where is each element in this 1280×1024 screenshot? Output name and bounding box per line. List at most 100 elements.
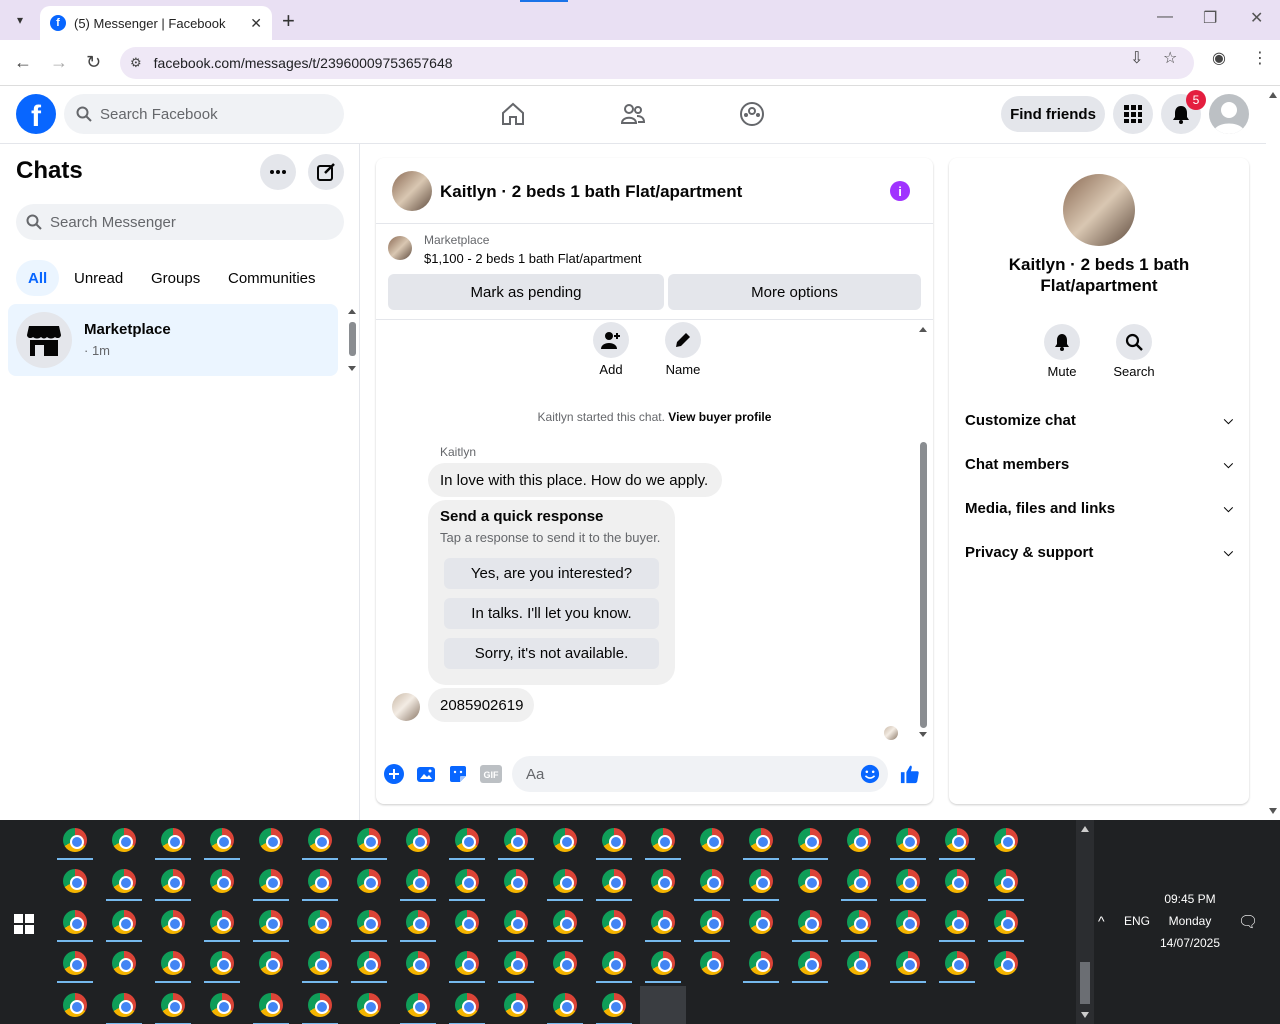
facebook-logo-icon[interactable]: f	[16, 94, 56, 134]
notification-center-icon[interactable]: 🗨	[1238, 912, 1258, 932]
chrome-window-icon[interactable]	[357, 993, 381, 1017]
chrome-window-icon[interactable]	[308, 828, 332, 852]
tab-close-icon[interactable]: ✕	[250, 15, 262, 32]
emoji-icon[interactable]	[860, 764, 880, 784]
chrome-window-icon[interactable]	[651, 951, 675, 975]
privacy-support-row[interactable]: Privacy & support ⌵	[965, 534, 1233, 570]
chrome-window-icon[interactable]	[504, 828, 528, 852]
tab-list-chevron-icon[interactable]: ▾	[6, 8, 34, 32]
browser-menu-icon[interactable]: ⋮	[1252, 48, 1268, 68]
media-files-links-row[interactable]: Media, files and links ⌵	[965, 490, 1233, 526]
listing-small-thumbnail[interactable]	[388, 236, 412, 260]
chrome-window-icon[interactable]	[455, 869, 479, 893]
install-app-icon[interactable]: ⇩	[1130, 48, 1143, 68]
chrome-window-icon[interactable]	[406, 869, 430, 893]
search-in-chat-button[interactable]: Search	[1104, 324, 1164, 379]
chrome-window-icon[interactable]	[63, 993, 87, 1017]
chrome-window-icon[interactable]	[259, 993, 283, 1017]
chrome-window-icon[interactable]	[798, 869, 822, 893]
chrome-window-icon[interactable]	[455, 993, 479, 1017]
chrome-window-icon[interactable]	[651, 869, 675, 893]
add-people-button[interactable]: Add	[581, 322, 641, 377]
chrome-window-icon[interactable]	[602, 869, 626, 893]
taskbar-scroll-thumb[interactable]	[1080, 962, 1090, 1004]
name-chat-button[interactable]: Name	[653, 322, 713, 377]
chrome-window-icon[interactable]	[406, 951, 430, 975]
window-close-icon[interactable]: ✕	[1250, 8, 1263, 28]
chrome-window-icon[interactable]	[63, 910, 87, 934]
chrome-window-icon[interactable]	[161, 993, 185, 1017]
chat-members-row[interactable]: Chat members ⌵	[965, 446, 1233, 482]
chrome-window-icon[interactable]	[602, 910, 626, 934]
sender-avatar[interactable]	[392, 693, 420, 721]
chrome-window-icon[interactable]	[63, 869, 87, 893]
conversation-scrollbar[interactable]	[917, 324, 929, 740]
chrome-window-icon[interactable]	[504, 951, 528, 975]
chrome-window-icon[interactable]	[406, 910, 430, 934]
chrome-window-icon[interactable]	[896, 910, 920, 934]
tray-chevron-up-icon[interactable]: ^	[1098, 913, 1105, 929]
menu-grid-icon[interactable]	[1113, 94, 1153, 134]
chrome-window-icon[interactable]	[700, 910, 724, 934]
gif-icon[interactable]: GIF	[480, 764, 502, 784]
chrome-window-icon[interactable]	[210, 951, 234, 975]
chrome-window-icon[interactable]	[210, 869, 234, 893]
chrome-window-icon[interactable]	[553, 910, 577, 934]
chrome-window-icon[interactable]	[308, 869, 332, 893]
page-scrollbar[interactable]	[1266, 86, 1280, 820]
customize-chat-row[interactable]: Customize chat ⌵	[965, 402, 1233, 438]
reload-icon[interactable]: ↻	[86, 52, 101, 73]
listing-price-title[interactable]: $1,100 - 2 beds 1 bath Flat/apartment	[424, 251, 642, 266]
filter-unread[interactable]: Unread	[62, 260, 135, 296]
chrome-window-icon[interactable]	[847, 910, 871, 934]
filter-all[interactable]: All	[16, 260, 60, 296]
active-app-icon[interactable]	[640, 986, 686, 1024]
filter-communities[interactable]: Communities	[216, 260, 328, 296]
chrome-window-icon[interactable]	[847, 828, 871, 852]
restore-icon[interactable]: ❐	[1203, 8, 1217, 28]
chrome-window-icon[interactable]	[161, 910, 185, 934]
clock-date[interactable]: 14/07/2025	[1154, 936, 1226, 950]
chrome-window-icon[interactable]	[161, 869, 185, 893]
chrome-window-icon[interactable]	[210, 993, 234, 1017]
chrome-window-icon[interactable]	[161, 951, 185, 975]
chrome-window-icon[interactable]	[455, 828, 479, 852]
message-input[interactable]: Aa	[512, 756, 888, 792]
chrome-window-icon[interactable]	[63, 828, 87, 852]
chrome-window-icon[interactable]	[749, 828, 773, 852]
quick-response-button[interactable]: Sorry, it's not available.	[444, 638, 659, 669]
chrome-window-icon[interactable]	[700, 869, 724, 893]
chrome-window-icon[interactable]	[798, 828, 822, 852]
chrome-window-icon[interactable]	[896, 828, 920, 852]
chat-list-item-marketplace[interactable]: Marketplace · 1m	[8, 304, 338, 376]
chrome-window-icon[interactable]	[63, 951, 87, 975]
filter-groups[interactable]: Groups	[139, 260, 212, 296]
chrome-window-icon[interactable]	[357, 828, 381, 852]
chrome-window-icon[interactable]	[651, 910, 675, 934]
chrome-window-icon[interactable]	[161, 828, 185, 852]
listing-thumbnail[interactable]	[392, 171, 432, 211]
home-icon[interactable]	[499, 100, 527, 128]
chrome-window-icon[interactable]	[357, 869, 381, 893]
profile-icon[interactable]: ◉	[1212, 48, 1226, 68]
new-tab-plus-icon[interactable]: +	[282, 8, 295, 34]
chrome-window-icon[interactable]	[847, 951, 871, 975]
chrome-window-icon[interactable]	[259, 910, 283, 934]
chrome-window-icon[interactable]	[357, 951, 381, 975]
chrome-window-icon[interactable]	[994, 828, 1018, 852]
chrome-window-icon[interactable]	[651, 828, 675, 852]
find-friends-button[interactable]: Find friends	[1001, 96, 1105, 132]
windows-start-icon[interactable]	[14, 914, 34, 939]
chrome-window-icon[interactable]	[994, 951, 1018, 975]
chrome-window-icon[interactable]	[602, 951, 626, 975]
back-arrow-icon[interactable]: ←	[14, 52, 32, 73]
chrome-window-icon[interactable]	[700, 828, 724, 852]
facebook-search-input[interactable]: Search Facebook	[64, 94, 344, 134]
site-settings-icon[interactable]: ⚙	[130, 55, 142, 71]
info-icon[interactable]: i	[890, 181, 910, 201]
forward-arrow-icon[interactable]: →	[50, 52, 68, 73]
chrome-window-icon[interactable]	[749, 869, 773, 893]
groups-icon[interactable]	[738, 100, 766, 128]
chrome-window-icon[interactable]	[798, 910, 822, 934]
sidebar-scrollbar[interactable]	[346, 306, 358, 374]
